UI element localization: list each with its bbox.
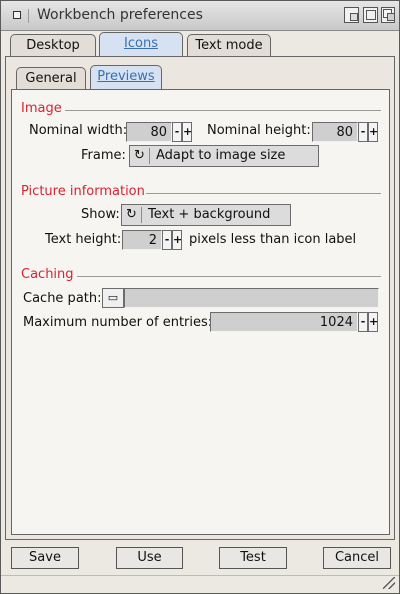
iconify-icon[interactable] — [363, 7, 378, 23]
show-cycle[interactable]: ↻ Text + background — [121, 204, 291, 226]
tab-desktop[interactable]: Desktop — [10, 34, 96, 58]
nominal-height-label: Nominal height: — [207, 123, 311, 138]
caching-group-divider — [77, 276, 381, 277]
nominal-height-increment[interactable]: + — [368, 122, 378, 142]
subtab-general[interactable]: General — [16, 67, 86, 90]
nominal-height-decrement[interactable]: - — [358, 122, 368, 142]
image-group-title: Image — [21, 101, 62, 116]
tab-desktop-label: Desktop — [26, 38, 80, 53]
picture-group-title: Picture information — [21, 184, 145, 199]
nominal-width-increment[interactable]: + — [182, 122, 192, 142]
max-entries-increment[interactable]: + — [368, 312, 378, 332]
subtab-general-label: General — [25, 71, 77, 86]
picture-group-divider — [146, 193, 381, 194]
frame-value: Adapt to image size — [156, 148, 286, 163]
resize-icon[interactable] — [383, 577, 395, 589]
text-height-increment[interactable]: + — [172, 230, 182, 250]
cache-path-field[interactable] — [124, 288, 379, 308]
close-icon[interactable] — [7, 9, 29, 23]
frame-cycle[interactable]: ↻ Adapt to image size — [129, 145, 319, 167]
status-divider — [1, 575, 399, 576]
cycle-icon: ↻ — [126, 207, 142, 223]
subtab-previews-label: Previews — [97, 69, 155, 84]
text-height-decrement[interactable]: - — [162, 230, 172, 250]
nominal-width-label: Nominal width: — [29, 123, 128, 138]
max-entries-label: Maximum number of entries: — [23, 315, 213, 330]
show-label: Show: — [81, 207, 120, 222]
tab-icons[interactable]: Icons — [99, 32, 183, 58]
test-button[interactable]: Test — [219, 547, 287, 569]
frame-label: Frame: — [81, 148, 126, 163]
cancel-button[interactable]: Cancel — [323, 547, 391, 569]
max-entries-field[interactable]: 1024 — [210, 312, 358, 332]
nominal-width-decrement[interactable]: - — [172, 122, 182, 142]
show-value: Text + background — [148, 207, 271, 222]
nominal-width-field[interactable]: 80 — [126, 122, 172, 142]
cache-path-label: Cache path: — [23, 291, 102, 306]
nominal-height-field[interactable]: 80 — [312, 122, 358, 142]
tab-icons-label: Icons — [124, 36, 158, 51]
save-button[interactable]: Save — [11, 547, 79, 569]
use-button[interactable]: Use — [116, 547, 183, 569]
image-group-divider — [65, 110, 381, 111]
max-entries-decrement[interactable]: - — [358, 312, 368, 332]
caching-group-title: Caching — [21, 267, 74, 282]
subtab-previews[interactable]: Previews — [90, 65, 162, 90]
depth-icon[interactable] — [381, 7, 395, 23]
text-height-suffix: pixels less than icon label — [189, 232, 357, 247]
cycle-icon: ↻ — [134, 148, 150, 164]
text-height-label: Text height: — [45, 232, 122, 247]
file-icon[interactable]: ▭ — [102, 288, 124, 308]
preferences-window: Workbench preferences Desktop Icons Text… — [0, 0, 400, 594]
tab-text-mode[interactable]: Text mode — [187, 34, 271, 58]
zoom-icon[interactable] — [344, 7, 359, 23]
text-height-field[interactable]: 2 — [122, 230, 162, 250]
window-title: Workbench preferences — [37, 7, 203, 23]
title-bar[interactable]: Workbench preferences — [1, 1, 399, 31]
tab-text-mode-label: Text mode — [195, 38, 263, 53]
